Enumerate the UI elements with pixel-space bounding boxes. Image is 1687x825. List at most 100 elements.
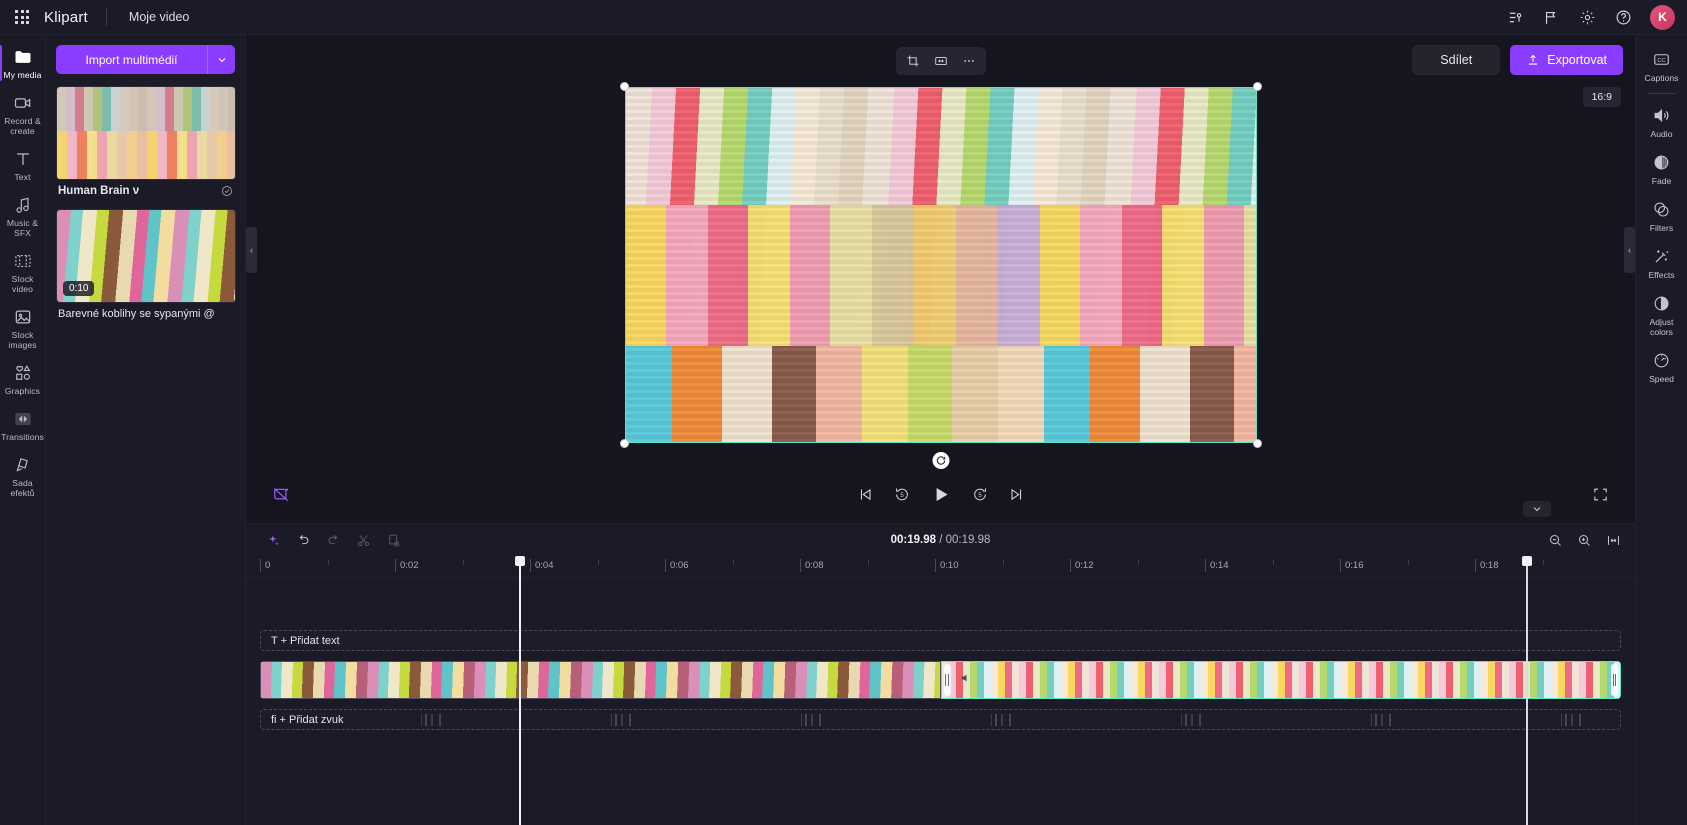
sidebar-item-text[interactable]: Text: [0, 143, 45, 187]
klipart-video-editor: Klipart Moje video K My media Record & c…: [0, 0, 1687, 825]
sidebar-item-music-sfx[interactable]: Music & SFX: [0, 189, 45, 243]
share-button[interactable]: Sdílet: [1412, 45, 1501, 75]
ruler-minor-tick: [462, 560, 464, 565]
resize-handle-bottom-right[interactable]: [1252, 439, 1262, 448]
sidebar-item-graphics[interactable]: Graphics: [0, 357, 45, 401]
media-thumbnail[interactable]: 0:10: [56, 209, 236, 303]
sidebar-item-label: Music & SFX: [6, 218, 39, 238]
sidebar-item-stock-video[interactable]: Stock video: [0, 245, 45, 299]
center-column: Sdílet Exportovat 16:9 ‹ ‹ 5 5 00:19.98 …: [246, 35, 1635, 825]
skip-forward-icon[interactable]: [1008, 486, 1025, 503]
panel-item-audio[interactable]: Audio: [1636, 99, 1687, 145]
ruler-minor-tick: [1272, 560, 1274, 565]
sidebar-item-transitions[interactable]: Transitions: [0, 403, 45, 447]
clip-float-toolbar: [895, 47, 986, 75]
panel-item-adjust-colors[interactable]: Adjust colors: [1636, 287, 1687, 343]
panel-item-label: Effects: [1648, 270, 1675, 280]
clip-trim-handle-left[interactable]: [943, 664, 951, 696]
total-time: 00:19.98: [945, 534, 991, 546]
auto-compose-icon[interactable]: [272, 485, 291, 504]
ruler-minor-tick: [1542, 560, 1544, 565]
timeline-ruler[interactable]: 0 0:02 0:04 0:06 0:08 0:10 0:12 0:14 0:16 0:18: [246, 556, 1635, 578]
redo-icon[interactable]: [320, 528, 346, 552]
avatar[interactable]: K: [1650, 4, 1675, 30]
playhead-end[interactable]: [1522, 556, 1532, 825]
project-title[interactable]: Moje video: [121, 6, 197, 28]
right-rail: CC Captions Audio Fade Filters Effects A…: [1635, 35, 1687, 825]
gear-icon[interactable]: [1572, 2, 1602, 32]
playhead[interactable]: [515, 556, 525, 825]
fit-timeline-icon[interactable]: [1606, 533, 1621, 548]
divider: [105, 8, 107, 26]
resize-handle-top-right[interactable]: [1252, 82, 1262, 91]
app-launcher-button[interactable]: [0, 10, 44, 24]
clip-trim-handle-right[interactable]: [1611, 664, 1618, 696]
play-icon[interactable]: [930, 484, 951, 505]
export-button[interactable]: Exportovat: [1510, 45, 1623, 75]
media-item-name: Barevné koblihy se sypanými @: [58, 308, 215, 320]
collapse-right-panel-button[interactable]: ‹: [1624, 227, 1635, 273]
audio-track[interactable]: fi + Přidat zvuk: [260, 709, 1621, 730]
import-media-row: Import multimédií: [56, 45, 235, 74]
collapse-preview-button[interactable]: [1523, 501, 1551, 517]
left-rail: My media Record & create Text Music & SF…: [0, 35, 46, 825]
ai-magic-icon[interactable]: [260, 528, 286, 552]
timeline-zoom-controls: [1548, 533, 1621, 548]
sidebar-item-effects-pack[interactable]: Sada efektů: [0, 449, 45, 503]
ruler-minor-tick: [597, 560, 599, 565]
duplicate-icon[interactable]: [380, 528, 406, 552]
video-preview[interactable]: [624, 87, 1257, 443]
panel-item-speed[interactable]: Speed: [1636, 344, 1687, 390]
media-item-name: Human Brain ν: [58, 185, 140, 197]
text-track[interactable]: T + Přidat text: [260, 630, 1621, 651]
media-item[interactable]: Human Brain ν: [56, 86, 236, 205]
rotate-icon[interactable]: [932, 452, 949, 469]
panel-item-label: Speed: [1649, 374, 1674, 384]
timeline-clip-donut[interactable]: [260, 661, 941, 699]
skip-back-icon[interactable]: [856, 486, 873, 503]
forward-5-icon[interactable]: 5: [971, 486, 988, 503]
panel-item-fade[interactable]: Fade: [1636, 146, 1687, 192]
split-icon[interactable]: [350, 528, 376, 552]
media-item[interactable]: 0:10 Barevné koblihy se sypanými @: [56, 209, 236, 328]
fit-icon[interactable]: [928, 50, 954, 72]
panel-item-captions[interactable]: CC Captions: [1636, 43, 1687, 89]
more-icon[interactable]: [956, 50, 982, 72]
panel-item-label: Adjust colors: [1649, 317, 1674, 337]
timeline-toolbar: 00:19.98 / 00:19.98: [246, 524, 1635, 556]
panel-item-effects[interactable]: Effects: [1636, 240, 1687, 286]
preview-actions: Sdílet Exportovat: [1412, 45, 1623, 75]
video-track: [260, 661, 1621, 699]
sidebar-item-label: Record & create: [4, 116, 41, 136]
ruler-minor-tick: [1407, 560, 1409, 565]
fullscreen-icon[interactable]: [1592, 486, 1609, 503]
editor-body: My media Record & create Text Music & SF…: [0, 35, 1687, 825]
sidebar-item-record-create[interactable]: Record & create: [0, 87, 45, 141]
zoom-out-icon[interactable]: [1548, 533, 1563, 548]
sidebar-item-my-media[interactable]: My media: [0, 41, 45, 85]
help-icon[interactable]: [1608, 2, 1638, 32]
panel-item-filters[interactable]: Filters: [1636, 193, 1687, 239]
crop-icon[interactable]: [900, 50, 926, 72]
versions-icon[interactable]: [1500, 2, 1530, 32]
rewind-5-icon[interactable]: 5: [893, 486, 910, 503]
resize-handle-bottom-left[interactable]: [619, 439, 629, 448]
sidebar-item-label: Graphics: [4, 386, 41, 396]
undo-icon[interactable]: [290, 528, 316, 552]
check-circle-icon[interactable]: [221, 185, 233, 197]
flag-icon[interactable]: [1536, 2, 1566, 32]
timeline-clip-macaron[interactable]: [940, 661, 1621, 699]
top-bar: Klipart Moje video K: [0, 0, 1687, 35]
import-media-button[interactable]: Import multimédií: [56, 45, 207, 74]
mute-icon[interactable]: [960, 672, 972, 684]
collapse-left-panel-button[interactable]: ‹: [246, 227, 257, 273]
resize-handle-top-left[interactable]: [619, 82, 629, 91]
grid-icon: [15, 10, 29, 24]
media-thumbnail[interactable]: [56, 86, 236, 180]
sidebar-item-stock-images[interactable]: Stock images: [0, 301, 45, 355]
panel-item-label: Audio: [1650, 129, 1673, 139]
zoom-in-icon[interactable]: [1577, 533, 1592, 548]
chevron-down-icon[interactable]: [207, 45, 235, 74]
divider: [1647, 93, 1676, 94]
aspect-ratio-badge[interactable]: 16:9: [1582, 87, 1621, 107]
